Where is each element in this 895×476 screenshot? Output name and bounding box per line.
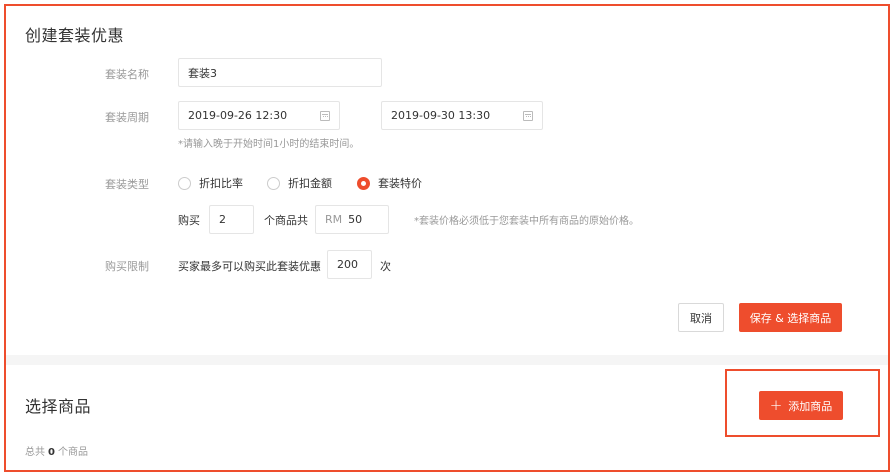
end-date-input[interactable]: 2019-09-30 13:30 <box>381 101 543 130</box>
period-hint: *请输入晚于开始时间1小时的结束时间。 <box>178 139 360 150</box>
radio-label: 折扣金额 <box>288 177 332 190</box>
radio-label: 折扣比率 <box>199 177 243 190</box>
purchase-limit-text: 买家最多可以购买此套装优惠 <box>178 260 321 273</box>
radio-button[interactable] <box>178 176 191 190</box>
plus-icon: + <box>769 396 783 414</box>
cancel-button[interactable]: 取消 <box>678 303 724 332</box>
buy-prefix: 购买 <box>178 214 200 227</box>
radio-discount-amount[interactable]: 折扣金额 <box>267 175 332 191</box>
total-suffix: 个商品 <box>57 447 88 458</box>
calendar-icon[interactable] <box>320 110 330 121</box>
products-total: 总共 0 个商品 <box>25 443 88 458</box>
start-date-value: 2019-09-26 12:30 <box>188 109 288 122</box>
purchase-limit-value: 200 <box>337 258 358 271</box>
purchase-limit-input[interactable]: 200 <box>327 250 372 279</box>
save-and-select-products-button[interactable]: 保存 & 选择商品 <box>739 303 842 332</box>
bundle-type-label: 套装类型 <box>105 178 149 191</box>
radio-button[interactable] <box>357 176 370 190</box>
bundle-period-label: 套装周期 <box>105 111 149 124</box>
price-value: 50 <box>348 213 363 226</box>
create-bundle-title: 创建套装优惠 <box>25 26 125 45</box>
quantity-input[interactable]: 2 <box>209 205 254 234</box>
total-prefix: 总共 <box>25 447 45 458</box>
currency-prefix: RM <box>325 213 343 226</box>
price-hint: *套装价格必须低于您套装中所有商品的原始价格。 <box>414 216 639 227</box>
add-product-button[interactable]: + 添加商品 <box>759 391 843 420</box>
purchase-limit-label: 购买限制 <box>105 260 149 273</box>
bundle-name-value: 套装3 <box>188 66 217 80</box>
add-product-label: 添加商品 <box>788 399 833 413</box>
bundle-name-label: 套装名称 <box>105 68 149 81</box>
calendar-icon[interactable] <box>523 110 533 121</box>
total-count: 0 <box>48 447 55 458</box>
items-total-text: 个商品共 <box>264 214 308 227</box>
radio-discount-percentage[interactable]: 折扣比率 <box>178 175 243 191</box>
quantity-value: 2 <box>219 213 226 226</box>
radio-special-price[interactable]: 套装特价 <box>357 175 422 191</box>
select-products-title: 选择商品 <box>25 397 92 416</box>
section-divider <box>6 355 888 365</box>
bundle-price-input[interactable]: RM 50 <box>315 205 389 234</box>
radio-label: 套装特价 <box>378 177 422 190</box>
start-date-input[interactable]: 2019-09-26 12:30 <box>178 101 340 130</box>
end-date-value: 2019-09-30 13:30 <box>391 109 491 122</box>
bundle-name-input[interactable]: 套装3 <box>178 58 382 87</box>
radio-button[interactable] <box>267 176 280 190</box>
purchase-limit-suffix: 次 <box>380 260 391 273</box>
